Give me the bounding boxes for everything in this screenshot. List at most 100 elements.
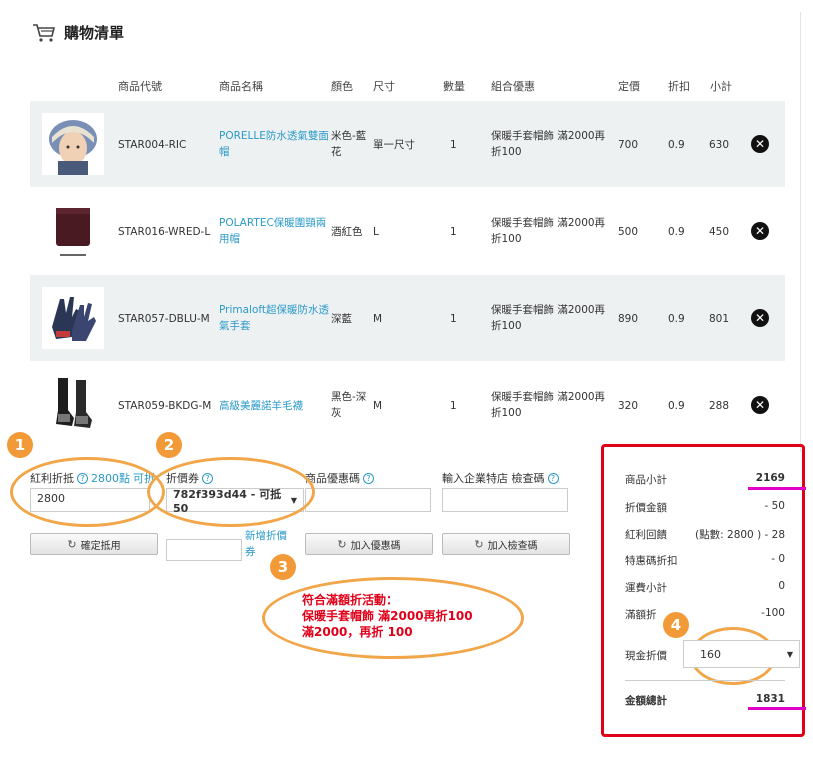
col-header-color: 顏色 <box>331 80 353 93</box>
summary-discount-value: - 50 <box>764 500 786 512</box>
add-promo-code-label: 加入優惠碼 <box>350 540 401 552</box>
item-color: 酒紅色 <box>331 226 363 238</box>
summary-shipping-label: 運費小計 <box>625 582 667 594</box>
item-color: 深藍 <box>331 313 352 325</box>
product-thumb-hat[interactable] <box>42 113 104 175</box>
item-discount: 0.9 <box>668 226 685 238</box>
annotation-badge-2: 2 <box>156 432 182 458</box>
col-header-discount: 折扣 <box>668 80 690 93</box>
item-size: L <box>373 226 379 238</box>
cash-discount-value: 160 <box>700 647 721 661</box>
item-name-link[interactable]: PORELLE防水透氣雙面帽 <box>219 128 331 160</box>
item-promo: 保暖手套帽飾 滿2000再折100 <box>491 391 606 419</box>
page-title-text: 購物清單 <box>64 24 125 42</box>
cart-icon <box>32 23 56 43</box>
annotation-ellipse-1 <box>10 457 165 527</box>
item-price: 320 <box>618 400 639 412</box>
summary-special-value: - 0 <box>771 553 785 565</box>
page-title: 購物清單 <box>32 22 124 43</box>
promo-code-input[interactable] <box>305 488 431 512</box>
add-promo-code-button[interactable]: ↻ 加入優惠碼 <box>305 533 433 555</box>
col-header-qty: 數量 <box>443 80 465 93</box>
item-subtotal: 630 <box>709 139 730 151</box>
summary-full-discount-label: 滿額折 <box>625 609 657 621</box>
item-size: M <box>373 313 383 325</box>
item-size: M <box>373 400 383 412</box>
item-promo: 保暖手套帽飾 滿2000再折100 <box>491 304 606 332</box>
confirm-bonus-button[interactable]: ↻ 確定抵用 <box>30 533 158 555</box>
new-coupon-input[interactable] <box>166 539 242 561</box>
summary-subtotal-label: 商品小計 <box>625 474 667 486</box>
item-code: STAR057-DBLU-M <box>118 313 210 325</box>
product-thumb-neck[interactable] <box>42 200 104 262</box>
chevron-down-icon: ▼ <box>786 649 793 659</box>
help-icon[interactable]: ? <box>547 472 559 484</box>
item-qty: 1 <box>450 139 457 151</box>
enterprise-code-input[interactable] <box>442 488 568 512</box>
summary-bonus-label: 紅利回饋 <box>625 529 667 541</box>
confirm-bonus-label: 確定抵用 <box>80 540 121 552</box>
summary-subtotal-value: 2169 <box>755 472 785 484</box>
annotation-ellipse-2 <box>147 457 315 527</box>
product-thumb-gloves[interactable] <box>42 287 104 349</box>
remove-item-icon[interactable]: ✕ <box>751 309 769 327</box>
item-price: 700 <box>618 139 639 151</box>
col-header-size: 尺寸 <box>373 80 395 93</box>
item-discount: 0.9 <box>668 313 685 325</box>
summary-total-value: 1831 <box>755 693 785 705</box>
product-thumb-socks[interactable] <box>42 374 104 436</box>
add-enterprise-code-button[interactable]: ↻ 加入檢查碼 <box>442 533 570 555</box>
item-code: STAR004-RIC <box>118 139 187 151</box>
table-row: STAR016-WRED-L POLARTEC保暖圍頸兩用帽 酒紅色 L 1 保… <box>30 188 785 274</box>
item-subtotal: 288 <box>709 400 730 412</box>
summary-shipping-value: 0 <box>778 580 785 592</box>
item-qty: 1 <box>450 226 457 238</box>
item-subtotal: 801 <box>709 313 730 325</box>
right-divider-line <box>800 12 801 452</box>
col-header-subtotal: 小計 <box>710 80 732 93</box>
annotation-badge-1: 1 <box>7 432 33 458</box>
add-enterprise-code-label: 加入檢查碼 <box>487 540 538 552</box>
summary-divider <box>625 680 785 681</box>
item-name-link[interactable]: Primaloft超保暖防水透氣手套 <box>219 302 331 334</box>
summary-full-discount-value: -100 <box>761 607 785 619</box>
promo-message-line2: 保暖手套帽飾 滿2000再折100 <box>302 609 473 623</box>
promo-message-line3: 滿2000，再折 100 <box>302 625 413 639</box>
enterprise-label: 輸入企業特店 檢查碼 <box>442 472 545 485</box>
remove-item-icon[interactable]: ✕ <box>751 396 769 414</box>
highlight-underline <box>748 707 806 710</box>
promo-code-label: 商品優惠碼 <box>305 472 360 485</box>
item-promo: 保暖手套帽飾 滿2000再折100 <box>491 130 606 158</box>
refresh-icon: ↻ <box>474 537 484 551</box>
summary-special-label: 特惠碼折扣 <box>625 555 678 567</box>
table-row: STAR004-RIC PORELLE防水透氣雙面帽 米色-藍花 單一尺寸 1 … <box>30 101 785 187</box>
col-header-code: 商品代號 <box>118 80 162 93</box>
item-name-link[interactable]: 高級美麗諾羊毛襪 <box>219 398 331 414</box>
col-header-price: 定價 <box>618 80 640 93</box>
item-price: 890 <box>618 313 639 325</box>
item-name-link[interactable]: POLARTEC保暖圍頸兩用帽 <box>219 215 331 247</box>
promo-message: 符合滿額折活動： 保暖手套帽飾 滿2000再折100 滿2000，再折 100 <box>302 592 473 640</box>
cash-discount-select[interactable]: 160 ▼ <box>683 640 800 668</box>
enterprise-label-row: 輸入企業特店 檢查碼 ? <box>442 470 559 486</box>
refresh-icon: ↻ <box>67 537 77 551</box>
remove-item-icon[interactable]: ✕ <box>751 222 769 240</box>
help-icon[interactable]: ? <box>363 472 374 484</box>
table-row: STAR059-BKDG-M 高級美麗諾羊毛襪 黑色-深灰 M 1 保暖手套帽飾… <box>30 362 785 448</box>
item-discount: 0.9 <box>668 139 685 151</box>
summary-total-label: 金額總計 <box>625 695 667 707</box>
item-color: 米色-藍花 <box>331 130 367 158</box>
table-row: STAR057-DBLU-M Primaloft超保暖防水透氣手套 深藍 M 1… <box>30 275 785 361</box>
summary-bonus-value: (點數: 2800 ) - 28 <box>695 529 785 541</box>
item-color: 黑色-深灰 <box>331 391 367 419</box>
item-qty: 1 <box>450 313 457 325</box>
item-qty: 1 <box>450 400 457 412</box>
remove-item-icon[interactable]: ✕ <box>751 135 769 153</box>
annotation-badge-3: 3 <box>270 554 296 580</box>
highlight-underline <box>748 487 806 490</box>
refresh-icon: ↻ <box>337 537 347 551</box>
item-promo: 保暖手套帽飾 滿2000再折100 <box>491 217 606 245</box>
promo-message-line1: 符合滿額折活動： <box>302 593 399 607</box>
item-code: STAR016-WRED-L <box>118 226 211 238</box>
item-code: STAR059-BKDG-M <box>118 400 212 412</box>
